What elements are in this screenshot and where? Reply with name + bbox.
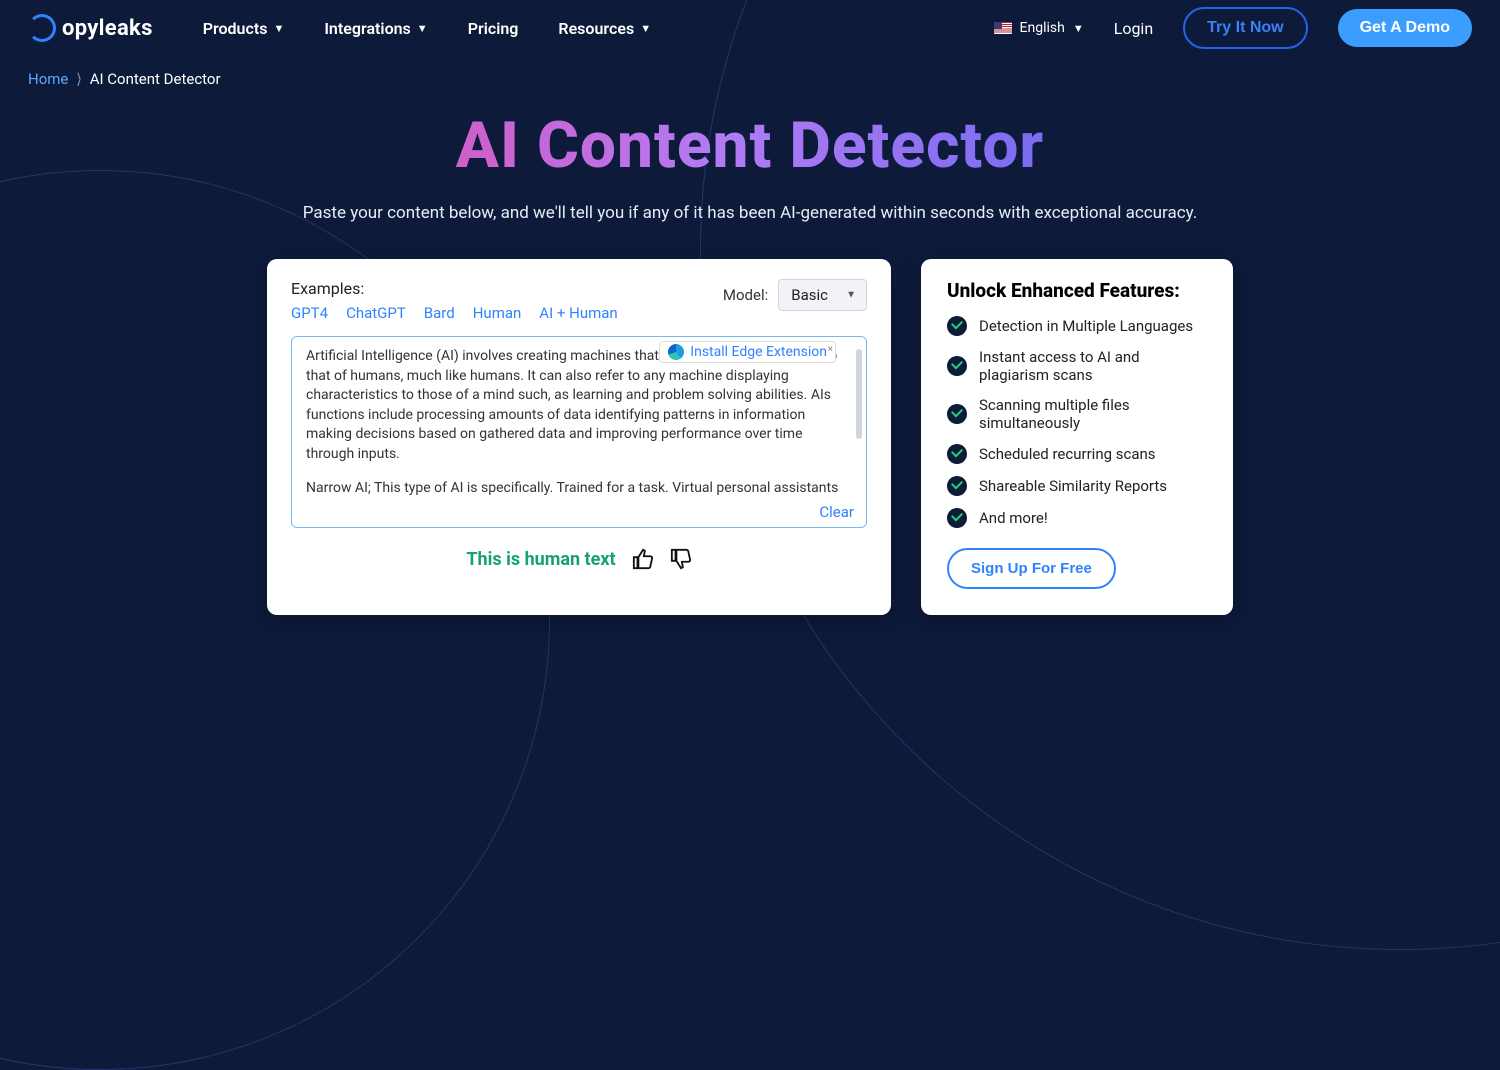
feature-item: Scheduled recurring scans <box>947 444 1207 464</box>
content-textarea[interactable]: Artificial Intelligence (AI) involves cr… <box>291 336 867 528</box>
nav-products[interactable]: Products ▼ <box>203 19 285 38</box>
chevron-down-icon: ▼ <box>417 22 428 35</box>
features-card: Unlock Enhanced Features: Detection in M… <box>921 259 1233 615</box>
chevron-down-icon: ▼ <box>1073 22 1084 35</box>
get-a-demo-button[interactable]: Get A Demo <box>1338 9 1472 47</box>
nav-menu: Products ▼ Integrations ▼ Pricing Resour… <box>203 19 651 38</box>
scrollbar[interactable] <box>856 349 862 439</box>
page-subtitle: Paste your content below, and we'll tell… <box>0 203 1500 223</box>
top-nav: opyleaks Products ▼ Integrations ▼ Prici… <box>0 0 1500 56</box>
check-icon <box>947 444 967 464</box>
breadcrumb-current: AI Content Detector <box>90 70 221 88</box>
feature-item: Detection in Multiple Languages <box>947 316 1207 336</box>
try-it-now-button[interactable]: Try It Now <box>1183 7 1307 49</box>
main-cards: Examples: GPT4 ChatGPT Bard Human AI + H… <box>0 259 1500 615</box>
edge-browser-icon <box>668 344 684 360</box>
result-text: This is human text <box>466 549 615 570</box>
example-ai-human[interactable]: AI + Human <box>539 304 617 322</box>
detector-card: Examples: GPT4 ChatGPT Bard Human AI + H… <box>267 259 891 615</box>
logo[interactable]: opyleaks <box>28 14 153 42</box>
example-bard[interactable]: Bard <box>424 304 455 322</box>
nav-integrations[interactable]: Integrations ▼ <box>324 19 427 38</box>
examples-row: GPT4 ChatGPT Bard Human AI + Human <box>291 304 618 322</box>
sign-up-button[interactable]: Sign Up For Free <box>947 548 1116 589</box>
header-right: English ▼ Login Try It Now Get A Demo <box>994 7 1472 49</box>
features-title: Unlock Enhanced Features: <box>947 279 1207 302</box>
model-label: Model: <box>723 286 768 304</box>
breadcrumb-separator: ⟩ <box>76 70 82 88</box>
edge-extension-prompt[interactable]: Install Edge Extension <box>659 341 836 363</box>
feature-item: Scanning multiple files simultaneously <box>947 396 1207 432</box>
chevron-down-icon: ▼ <box>846 290 856 301</box>
chevron-down-icon: ▼ <box>273 22 284 35</box>
result-row: This is human text <box>291 548 867 570</box>
close-icon[interactable] <box>828 344 833 355</box>
logo-text: opyleaks <box>62 16 153 41</box>
check-icon <box>947 356 967 376</box>
nav-resources[interactable]: Resources ▼ <box>558 19 651 38</box>
clear-button[interactable]: Clear <box>819 503 854 521</box>
language-selector[interactable]: English ▼ <box>994 20 1084 36</box>
feature-item: Instant access to AI and plagiarism scan… <box>947 348 1207 384</box>
textarea-content: Artificial Intelligence (AI) involves cr… <box>306 347 852 497</box>
logo-icon <box>28 14 56 42</box>
check-icon <box>947 508 967 528</box>
model-row: Model: Basic ▼ <box>723 279 867 311</box>
breadcrumb: Home ⟩ AI Content Detector <box>0 56 1500 88</box>
check-icon <box>947 476 967 496</box>
nav-pricing[interactable]: Pricing <box>468 19 519 38</box>
breadcrumb-home[interactable]: Home <box>28 70 68 88</box>
example-chatgpt[interactable]: ChatGPT <box>346 304 406 322</box>
example-human[interactable]: Human <box>473 304 522 322</box>
example-gpt4[interactable]: GPT4 <box>291 304 328 322</box>
check-icon <box>947 316 967 336</box>
model-select[interactable]: Basic ▼ <box>778 279 867 311</box>
page-title: AI Content Detector <box>456 108 1045 183</box>
chevron-down-icon: ▼ <box>640 22 651 35</box>
feature-item: And more! <box>947 508 1207 528</box>
check-icon <box>947 404 967 424</box>
features-list: Detection in Multiple Languages Instant … <box>947 316 1207 528</box>
thumbs-up-icon[interactable] <box>632 548 654 570</box>
examples-label: Examples: <box>291 279 618 298</box>
login-link[interactable]: Login <box>1114 19 1153 38</box>
hero: AI Content Detector Paste your content b… <box>0 108 1500 223</box>
thumbs-down-icon[interactable] <box>670 548 692 570</box>
us-flag-icon <box>994 22 1012 34</box>
feature-item: Shareable Similarity Reports <box>947 476 1207 496</box>
